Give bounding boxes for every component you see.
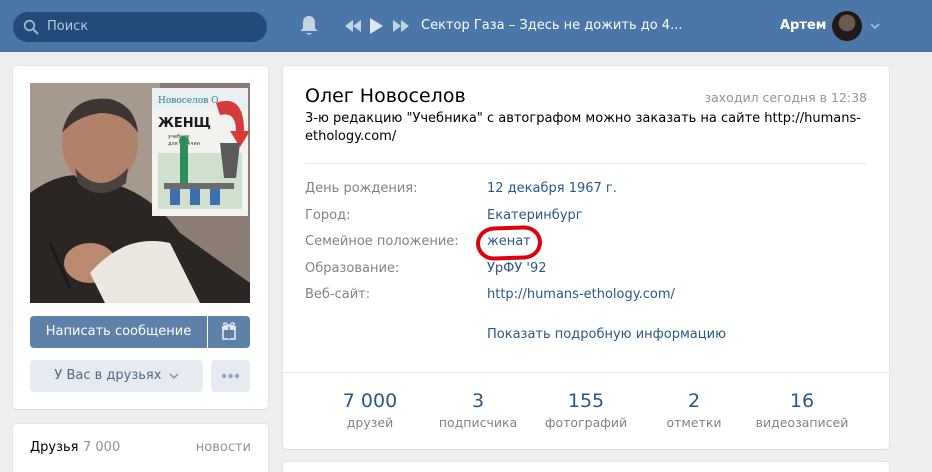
profile-photo-card: Новоселов О. ЖЕНЩ учебник для мужчин Нап… (13, 66, 268, 409)
top-header: Поиск Сектор Газа – Здесь не дожить до 4… (0, 0, 932, 52)
info-label: Город: (305, 208, 351, 223)
chevron-down-icon[interactable] (870, 22, 880, 30)
friend-status-button[interactable]: У Вас в друзьях (30, 360, 203, 392)
counter-value: 2 (687, 390, 701, 412)
counter-followers[interactable]: 3 подписчика (424, 373, 532, 449)
counter-value: 16 (789, 390, 815, 412)
info-label: День рождения: (305, 181, 418, 196)
red-highlight-annotation (475, 224, 543, 262)
info-value-education[interactable]: УрФУ '92 (487, 260, 547, 278)
search-input[interactable]: Поиск (47, 18, 88, 36)
info-label: Образование: (305, 261, 400, 276)
next-track-icon[interactable] (391, 16, 411, 36)
profile-status-text: 3-ю редакцию "Учебника" с автографом мож… (305, 111, 861, 144)
profile-info-card: Олег Новоселов заходил сегодня в 12:38 3… (283, 66, 889, 449)
info-row-birthday: День рождения: 12 декабря 1967 г. (305, 180, 865, 200)
counter-label: отметки (666, 415, 722, 430)
info-value-website[interactable]: http://humans-ethology.com/ (487, 286, 675, 304)
friend-status-label: У Вас в друзьях (54, 368, 162, 383)
profile-counters: 7 000 друзей 3 подписчика 155 фотографий… (283, 373, 889, 449)
info-row-website: Веб-сайт: http://humans-ethology.com/ (305, 286, 865, 306)
info-value-city[interactable]: Екатеринбург (487, 207, 583, 225)
friends-news-link[interactable]: новости (196, 440, 251, 455)
counter-label: фотографий (544, 415, 628, 430)
info-row-relationship: Семейное положение: женат (305, 233, 865, 253)
counter-value: 7 000 (342, 390, 398, 412)
search-box[interactable]: Поиск (13, 12, 267, 42)
gift-icon (222, 322, 236, 340)
previous-track-icon[interactable] (343, 16, 363, 36)
info-row-city: Город: Екатеринбург (305, 207, 865, 227)
counter-photos[interactable]: 155 фотографий (532, 373, 640, 449)
counter-label: подписчика (438, 415, 518, 430)
divider (305, 163, 867, 164)
friends-count: 7 000 (83, 440, 121, 455)
info-label: Семейное положение: (305, 234, 459, 249)
current-user-avatar[interactable] (832, 11, 862, 41)
counter-label: друзей (346, 415, 394, 430)
friends-block: Друзья 7 000 новости (13, 424, 268, 472)
profile-name: Олег Новоселов (305, 85, 466, 107)
counter-value: 3 (471, 390, 485, 412)
counter-friends[interactable]: 7 000 друзей (316, 373, 424, 449)
info-value-birthday[interactable]: 12 декабря 1967 г. (487, 180, 617, 198)
current-user-name[interactable]: Артем (780, 17, 826, 35)
svg-text:Новоселов О.: Новоселов О. (158, 96, 222, 106)
counter-videos[interactable]: 16 видеозаписей (748, 373, 856, 449)
play-icon[interactable] (366, 16, 386, 36)
notifications-bell-icon[interactable] (298, 14, 320, 38)
write-message-button[interactable]: Написать сообщение (30, 316, 207, 348)
svg-text:ЖЕНЩ: ЖЕНЩ (158, 116, 211, 131)
now-playing-track[interactable]: Сектор Газа – Здесь не дожить до 4... (421, 17, 682, 35)
more-dots-icon (221, 373, 240, 379)
profile-photo-image: Новоселов О. ЖЕНЩ учебник для мужчин (30, 83, 250, 303)
info-label: Веб-сайт: (305, 287, 371, 302)
last-seen-status: заходил сегодня в 12:38 (704, 90, 867, 105)
counter-label: видеозаписей (755, 415, 849, 430)
more-actions-button[interactable] (211, 360, 250, 392)
profile-photo[interactable]: Новоселов О. ЖЕНЩ учебник для мужчин (30, 83, 250, 303)
next-card (283, 462, 889, 472)
counter-value: 155 (567, 390, 605, 412)
counter-tags[interactable]: 2 отметки (640, 373, 748, 449)
chevron-down-icon (169, 373, 179, 379)
show-more-info-link[interactable]: Показать подробную информацию (487, 326, 726, 344)
search-icon (23, 19, 39, 35)
friends-title[interactable]: Друзья (30, 440, 79, 455)
send-gift-button[interactable] (208, 316, 250, 348)
info-row-education: Образование: УрФУ '92 (305, 260, 865, 280)
